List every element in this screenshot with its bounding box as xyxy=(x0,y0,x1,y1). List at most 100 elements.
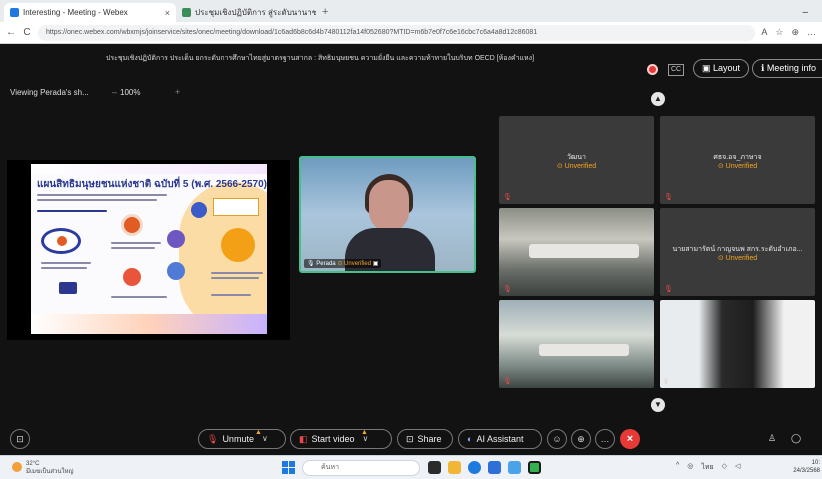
participant-video-tile[interactable]: 🎙 xyxy=(499,208,654,296)
chat-panel-icon[interactable]: ◯ xyxy=(786,429,806,449)
browser-toolbar: A ☆ ⊕ … xyxy=(761,27,816,38)
meeting-info-button[interactable]: ℹ Meeting info xyxy=(752,59,822,78)
poster-circle-icon xyxy=(167,262,185,280)
speaker-face xyxy=(369,180,409,232)
tab-label: Interesting - Meeting - Webex xyxy=(23,8,128,17)
tab-meeting-doc[interactable]: ประชุมเชิงปฏิบัติการ สู่ระดับนานาชาติ × xyxy=(176,3,316,22)
caption-icon: ▣ xyxy=(372,261,379,267)
webex-favicon-icon xyxy=(10,8,19,17)
muted-mic-icon: 🎙 xyxy=(664,194,673,201)
poster-text-line xyxy=(211,277,259,279)
volume-icon[interactable]: ◁ xyxy=(735,462,740,473)
participant-tile[interactable]: นายสามารัตน์ กาญจนพ สกร.ระดับอำเภอ... ⊙ … xyxy=(660,208,815,296)
apps-button[interactable]: ⊕ xyxy=(571,429,591,449)
store-icon[interactable] xyxy=(488,461,501,474)
poster-text-line xyxy=(41,262,91,264)
ai-assistant-icon: ◐ xyxy=(467,434,473,444)
participant-tile[interactable]: ศธจ.อจ_ภาษาจ ⊙ Unverified 🎙 xyxy=(660,116,815,204)
reactions-button[interactable]: ☺ xyxy=(547,429,567,449)
windows-taskbar: 32°C มีเมฆเป็นส่วนใหญ่ ⌕ ค้นหา ^ ◎ ไทย ◇… xyxy=(0,455,822,479)
webex-meeting-window: ประชุมเชิงปฏิบัติการ ประเด็น ยกระดับการศ… xyxy=(0,44,822,455)
poster-circle-icon xyxy=(167,230,185,248)
tab-webex-meeting[interactable]: Interesting - Meeting - Webex × xyxy=(4,3,176,22)
start-menu-icon[interactable] xyxy=(282,461,296,475)
participant-video-tile[interactable]: ▮ xyxy=(660,300,815,388)
poster-circle-icon xyxy=(191,202,207,218)
back-icon[interactable]: ← xyxy=(6,27,16,38)
shared-content: แผนสิทธิมนุษยชนแห่งชาติ ฉบับที่ 5 (พ.ศ. … xyxy=(7,160,290,340)
zoom-out-button[interactable]: – xyxy=(112,87,117,97)
viewing-share-label: Viewing Perada's sh... xyxy=(10,88,89,97)
new-tab-button[interactable]: + xyxy=(316,3,334,22)
participant-video-tile[interactable]: 🎙 xyxy=(499,300,654,388)
drive-favicon-icon xyxy=(182,8,191,17)
share-button[interactable]: ⊡ Share xyxy=(397,429,453,449)
language-indicator[interactable]: ไทย xyxy=(701,462,713,473)
muted-mic-icon: 🎙 xyxy=(503,286,512,293)
line-app-icon[interactable] xyxy=(528,461,541,474)
poster-text-line xyxy=(111,296,167,298)
poster-circle-icon xyxy=(123,268,141,286)
closed-captions-icon[interactable]: CC xyxy=(668,64,685,76)
network-icon[interactable]: ◎ xyxy=(687,462,693,473)
start-video-button[interactable]: ▲ ◧ Start video ∨ xyxy=(290,429,392,449)
participant-tile[interactable]: วัฒนา ⊙ Unverified 🎙 xyxy=(499,116,654,204)
weather-widget[interactable]: 32°C มีเมฆเป็นส่วนใหญ่ xyxy=(26,460,74,476)
taskbar-search-box[interactable]: ค้นหา xyxy=(302,460,420,476)
show-hidden-icons-icon[interactable]: ^ xyxy=(676,462,679,473)
edge-browser-icon[interactable] xyxy=(468,461,481,474)
poster-text-line xyxy=(111,242,161,244)
end-call-button[interactable]: × xyxy=(620,429,640,449)
speaker-name-label: 🎙 Perada ⊙ Unverified ▣ xyxy=(304,259,382,268)
poster-header-band xyxy=(31,164,267,174)
system-tray: ^ ◎ ไทย ◇ ◁ xyxy=(676,462,740,473)
chevron-down-icon[interactable]: ∨ xyxy=(262,430,268,448)
participant-status: ⊙ Unverified xyxy=(717,255,758,262)
taskbar-clock[interactable]: 10: 24/3/2568 xyxy=(790,459,820,475)
layout-icon: ▣ xyxy=(702,63,714,73)
camera-icon: ▮ xyxy=(664,378,668,385)
reload-icon[interactable]: C xyxy=(22,27,32,38)
participant-status: ⊙ Unverified xyxy=(556,163,597,170)
muted-mic-icon: 🎙 xyxy=(503,194,512,201)
shared-poster-image: แผนสิทธิมนุษยชนแห่งชาติ ฉบับที่ 5 (พ.ศ. … xyxy=(31,164,267,334)
participants-panel-icon[interactable]: ♙ xyxy=(762,429,782,449)
close-tab-icon[interactable]: × xyxy=(165,8,170,18)
poster-text-line xyxy=(37,199,157,201)
mail-icon[interactable] xyxy=(508,461,521,474)
ai-assistant-button[interactable]: ◐ AI Assistant xyxy=(458,429,542,449)
poster-text-line xyxy=(37,194,167,196)
poster-bridge-icon xyxy=(59,282,77,294)
poster-text-line xyxy=(111,247,155,249)
scroll-down-icon[interactable]: ▼ xyxy=(651,398,665,412)
more-options-button[interactable]: … xyxy=(595,429,615,449)
extensions-icon[interactable]: ⊕ xyxy=(791,27,799,38)
favorite-star-icon[interactable]: ☆ xyxy=(775,27,783,38)
recording-indicator-icon xyxy=(647,64,658,75)
poster-eye-illustration xyxy=(41,228,81,254)
read-aloud-icon[interactable]: A xyxy=(761,27,767,38)
wifi-icon[interactable]: ◇ xyxy=(722,462,727,473)
more-menu-icon[interactable]: … xyxy=(807,27,816,38)
minimize-window-button[interactable]: – xyxy=(788,3,822,22)
warning-icon: ▲ xyxy=(255,429,262,436)
browser-tab-bar: Interesting - Meeting - Webex × ประชุมเช… xyxy=(0,0,822,22)
task-view-icon[interactable] xyxy=(428,461,441,474)
layout-button[interactable]: ▣ Layout xyxy=(693,59,750,78)
scroll-up-icon[interactable]: ▲ xyxy=(651,92,665,106)
captions-button[interactable]: ⊡ xyxy=(10,429,30,449)
mic-icon: 🎙 xyxy=(307,261,317,267)
mic-muted-icon: 🎙 xyxy=(207,434,219,444)
participant-status: ⊙ Unverified xyxy=(717,163,758,170)
active-speaker-video[interactable]: 🎙 Perada ⊙ Unverified ▣ xyxy=(299,156,476,273)
file-explorer-icon[interactable] xyxy=(448,461,461,474)
url-field[interactable]: https://onec.webex.com/wbxmjs/joinservic… xyxy=(38,24,756,41)
poster-title: แผนสิทธิมนุษยชนแห่งชาติ ฉบับที่ 5 (พ.ศ. … xyxy=(37,179,267,190)
zoom-in-button[interactable]: + xyxy=(175,87,180,97)
tab-label: ประชุมเชิงปฏิบัติการ สู่ระดับนานาชาติ xyxy=(195,8,316,17)
muted-mic-icon: 🎙 xyxy=(503,378,512,385)
poster-text-line xyxy=(211,272,263,274)
poster-book-icon xyxy=(221,228,255,262)
weather-icon xyxy=(12,462,22,472)
unmute-button[interactable]: ▲ 🎙 Unmute ∨ xyxy=(198,429,286,449)
